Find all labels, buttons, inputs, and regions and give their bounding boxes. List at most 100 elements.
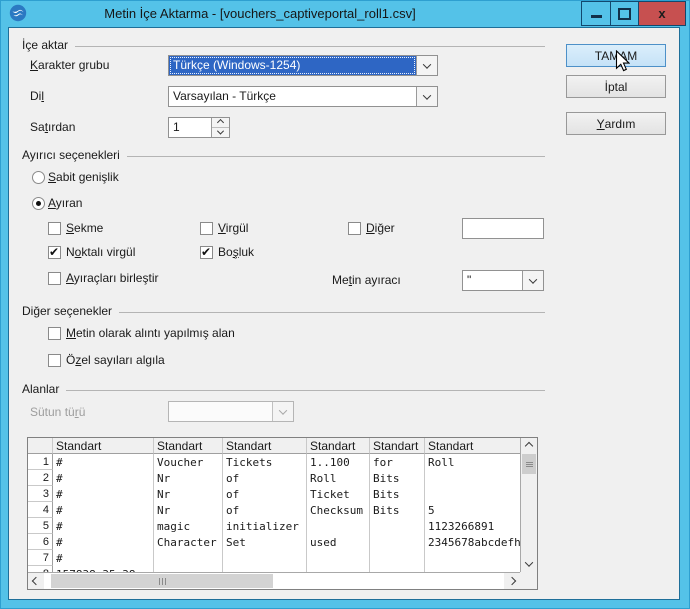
fixed-width-radio[interactable] [32, 171, 45, 184]
from-row-stepper[interactable]: 1 [168, 117, 230, 138]
preview-row-number: 3 [28, 486, 53, 502]
chevron-down-icon [272, 402, 293, 421]
preview-column-header[interactable]: Standart [223, 438, 307, 454]
preview-row: 4#NrofChecksumBits5 [28, 502, 537, 518]
spinner-up-icon[interactable] [212, 118, 229, 128]
merge-delimiters-label: Ayıraçları birleştir [66, 271, 158, 285]
preview-cell[interactable]: # [53, 502, 154, 518]
separator-group-label: Ayırıcı seçenekleri [22, 148, 120, 162]
detect-special-numbers-checkbox[interactable] [48, 354, 61, 367]
preview-row: 5#magicinitializer1123266891 [28, 518, 537, 534]
preview-cell[interactable] [370, 534, 425, 550]
comma-label: Virgül [218, 221, 248, 235]
preview-column-header[interactable]: Standart [53, 438, 154, 454]
preview-cell[interactable]: # [53, 486, 154, 502]
charset-combo[interactable]: Türkçe (Windows-1254) [168, 55, 438, 76]
preview-cell[interactable]: Nr [154, 486, 223, 502]
preview-row: 3#NrofTicketBits [28, 486, 537, 502]
language-combo[interactable]: Varsayılan - Türkçe [168, 86, 438, 107]
separated-by-radio[interactable] [32, 197, 45, 210]
preview-cell[interactable] [307, 550, 370, 566]
preview-cell[interactable]: Bits [370, 502, 425, 518]
preview-cell[interactable]: # [53, 550, 154, 566]
charset-label: Karakter grubu [30, 58, 109, 72]
other-options-group-label: Diğer seçenekler [22, 304, 112, 318]
other-separator-input[interactable] [462, 218, 544, 239]
scroll-right-icon[interactable] [504, 573, 520, 589]
scroll-left-icon[interactable] [28, 573, 44, 589]
text-delimiter-label: Metin ayıracı [332, 273, 401, 287]
quoted-field-as-text-checkbox[interactable] [48, 327, 61, 340]
semicolon-checkbox[interactable] [48, 246, 61, 259]
column-type-combo [168, 401, 294, 422]
preview-cell[interactable]: Bits [370, 486, 425, 502]
close-icon[interactable]: x [639, 2, 685, 25]
preview-cell[interactable]: initializer [223, 518, 307, 534]
preview-cell[interactable]: of [223, 486, 307, 502]
preview-cell[interactable]: Nr [154, 470, 223, 486]
titlebar: Metin İçe Aktarma - [vouchers_captivepor… [0, 0, 690, 27]
minimize-icon[interactable] [582, 2, 611, 25]
preview-cell[interactable]: # [53, 454, 154, 470]
preview-cell[interactable]: # [53, 470, 154, 486]
preview-cell[interactable]: Voucher [154, 454, 223, 470]
vertical-scrollbar-thumb[interactable] [522, 454, 536, 474]
preview-cell[interactable]: 1..100 [307, 454, 370, 470]
spinner-down-icon[interactable] [212, 128, 229, 137]
preview-cell[interactable]: magic [154, 518, 223, 534]
other-checkbox[interactable] [348, 222, 361, 235]
preview-cell[interactable] [154, 550, 223, 566]
chevron-down-icon[interactable] [522, 271, 543, 290]
preview-row: 7# [28, 550, 537, 566]
other-options-group-heading: Diğer seçenekler [22, 304, 545, 318]
separated-by-label: Ayıran [48, 196, 82, 210]
preview-column-header[interactable]: Standart [154, 438, 223, 454]
preview-cell[interactable]: for [370, 454, 425, 470]
chevron-down-icon[interactable] [416, 87, 437, 106]
preview-column-header[interactable]: Standart [307, 438, 370, 454]
preview-cell[interactable]: Checksum [307, 502, 370, 518]
preview-cell[interactable]: of [223, 470, 307, 486]
quoted-field-as-text-label: Metin olarak alıntı yapılmış alan [66, 326, 235, 340]
preview-cell[interactable]: Nr [154, 502, 223, 518]
preview-column-header[interactable]: Standart [370, 438, 425, 454]
preview-cell[interactable]: Tickets [223, 454, 307, 470]
merge-delimiters-checkbox[interactable] [48, 272, 61, 285]
scrollbar-corner [520, 572, 537, 589]
preview-row-number: 5 [28, 518, 53, 534]
preview-cell[interactable]: Roll [307, 470, 370, 486]
preview-cell[interactable]: # [53, 518, 154, 534]
preview-cell[interactable]: of [223, 502, 307, 518]
space-label: Boşluk [218, 245, 254, 259]
scroll-down-icon[interactable] [521, 556, 537, 572]
preview-cell[interactable] [370, 550, 425, 566]
window-title: Metin İçe Aktarma - [vouchers_captivepor… [30, 6, 490, 21]
maximize-icon[interactable] [611, 2, 639, 25]
comma-checkbox[interactable] [200, 222, 213, 235]
tab-checkbox[interactable] [48, 222, 61, 235]
space-checkbox[interactable] [200, 246, 213, 259]
ok-button[interactable]: TAMAM [566, 44, 666, 67]
preview-cell[interactable] [370, 518, 425, 534]
scroll-up-icon[interactable] [521, 438, 537, 454]
horizontal-scrollbar[interactable] [28, 572, 520, 589]
app-icon[interactable] [9, 4, 27, 22]
vertical-scrollbar[interactable] [520, 438, 537, 572]
cancel-button[interactable]: İptal [566, 75, 666, 98]
preview-cell[interactable]: # [53, 534, 154, 550]
import-group-heading: İçe aktar [22, 38, 545, 52]
preview-cell[interactable]: Character [154, 534, 223, 550]
chevron-down-icon[interactable] [416, 56, 437, 75]
horizontal-scrollbar-thumb[interactable] [51, 574, 273, 588]
preview-corner-cell [28, 438, 53, 454]
help-button[interactable]: Yardım [566, 112, 666, 135]
preview-cell[interactable]: Bits [370, 470, 425, 486]
preview-cell[interactable]: used [307, 534, 370, 550]
preview-cell[interactable]: Set [223, 534, 307, 550]
text-delimiter-combo[interactable]: " [462, 270, 544, 291]
preview-row-number: 1 [28, 454, 53, 470]
import-group-label: İçe aktar [22, 38, 68, 52]
preview-cell[interactable] [223, 550, 307, 566]
preview-cell[interactable] [307, 518, 370, 534]
preview-cell[interactable]: Ticket [307, 486, 370, 502]
